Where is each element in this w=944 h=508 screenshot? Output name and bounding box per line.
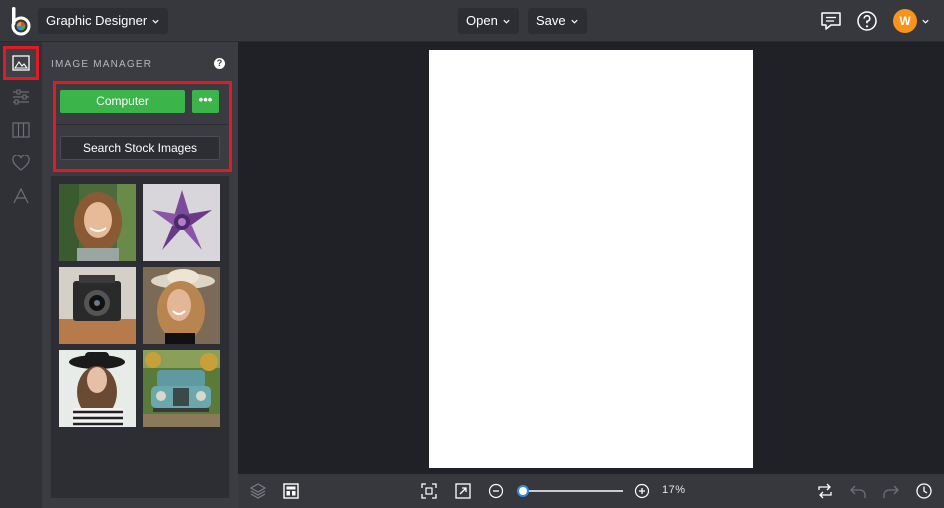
image-gallery — [51, 176, 229, 498]
zoom-level-readout: 17% — [662, 484, 686, 496]
chevron-down-icon[interactable] — [921, 17, 930, 26]
divider — [56, 124, 229, 125]
save-menu[interactable]: Save — [528, 8, 587, 34]
image-manager-panel: IMAGE MANAGER ? Computer ••• Search Stoc… — [42, 42, 238, 508]
app-switcher-dropdown[interactable]: Graphic Designer — [38, 8, 169, 34]
expand-icon[interactable] — [454, 482, 472, 500]
fit-to-screen-icon[interactable] — [420, 482, 438, 500]
zoom-slider-handle[interactable] — [517, 485, 529, 497]
history-clock-icon[interactable] — [915, 482, 933, 500]
help-icon[interactable]: ? — [214, 58, 225, 69]
repeat-icon[interactable] — [816, 482, 834, 500]
chat-feedback-icon[interactable] — [819, 9, 843, 33]
layers-icon[interactable] — [249, 482, 267, 500]
layout-template-icon[interactable] — [282, 482, 300, 500]
open-menu[interactable]: Open — [458, 8, 519, 34]
app-window: Graphic Designer Open Save W IMAGE MANAG… — [0, 0, 944, 508]
rail-image-manager-button[interactable] — [3, 46, 39, 80]
more-sources-button[interactable]: ••• — [192, 90, 219, 113]
image-thumbnail-woman-black-hat[interactable] — [59, 350, 136, 427]
canvas-workspace — [238, 42, 944, 474]
heart-icon — [12, 155, 30, 171]
panel-title: IMAGE MANAGER — [51, 59, 153, 70]
chevron-down-icon — [503, 19, 510, 24]
befunky-logo[interactable] — [8, 6, 34, 36]
search-stock-images-button[interactable]: Search Stock Images — [60, 136, 220, 160]
rail-adjustments-button[interactable] — [3, 80, 39, 114]
rail-graphics-button[interactable] — [3, 146, 39, 180]
chevron-down-icon — [571, 19, 578, 24]
top-bar: Graphic Designer Open Save W — [0, 0, 944, 42]
help-icon[interactable] — [855, 9, 879, 33]
computer-upload-button[interactable]: Computer — [60, 90, 185, 113]
save-menu-label: Save — [536, 13, 566, 28]
columns-icon — [12, 122, 30, 138]
open-menu-label: Open — [466, 13, 498, 28]
zoom-out-icon[interactable] — [487, 482, 505, 500]
image-thumbnail-purple-succulent[interactable] — [143, 184, 220, 261]
rail-layouts-button[interactable] — [3, 113, 39, 147]
image-icon — [12, 55, 30, 71]
chevron-down-icon — [152, 19, 159, 24]
tool-rail — [0, 42, 42, 508]
user-avatar[interactable]: W — [893, 9, 917, 33]
image-thumbnail-woman-smiling[interactable] — [59, 184, 136, 261]
image-thumbnail-vintage-blue-truck[interactable] — [143, 350, 220, 427]
image-thumbnail-woman-hat-laughing[interactable] — [143, 267, 220, 344]
redo-icon[interactable] — [882, 482, 900, 500]
undo-icon[interactable] — [849, 482, 867, 500]
bottom-toolbar: 17% — [238, 474, 944, 508]
blank-canvas-page[interactable] — [429, 50, 753, 468]
app-switcher-label: Graphic Designer — [46, 13, 148, 28]
zoom-in-icon[interactable] — [633, 482, 651, 500]
rail-text-button[interactable] — [3, 179, 39, 213]
image-thumbnail-vintage-camera[interactable] — [59, 267, 136, 344]
zoom-slider-track[interactable] — [520, 490, 623, 492]
text-icon — [13, 188, 29, 204]
sliders-icon — [13, 89, 29, 105]
